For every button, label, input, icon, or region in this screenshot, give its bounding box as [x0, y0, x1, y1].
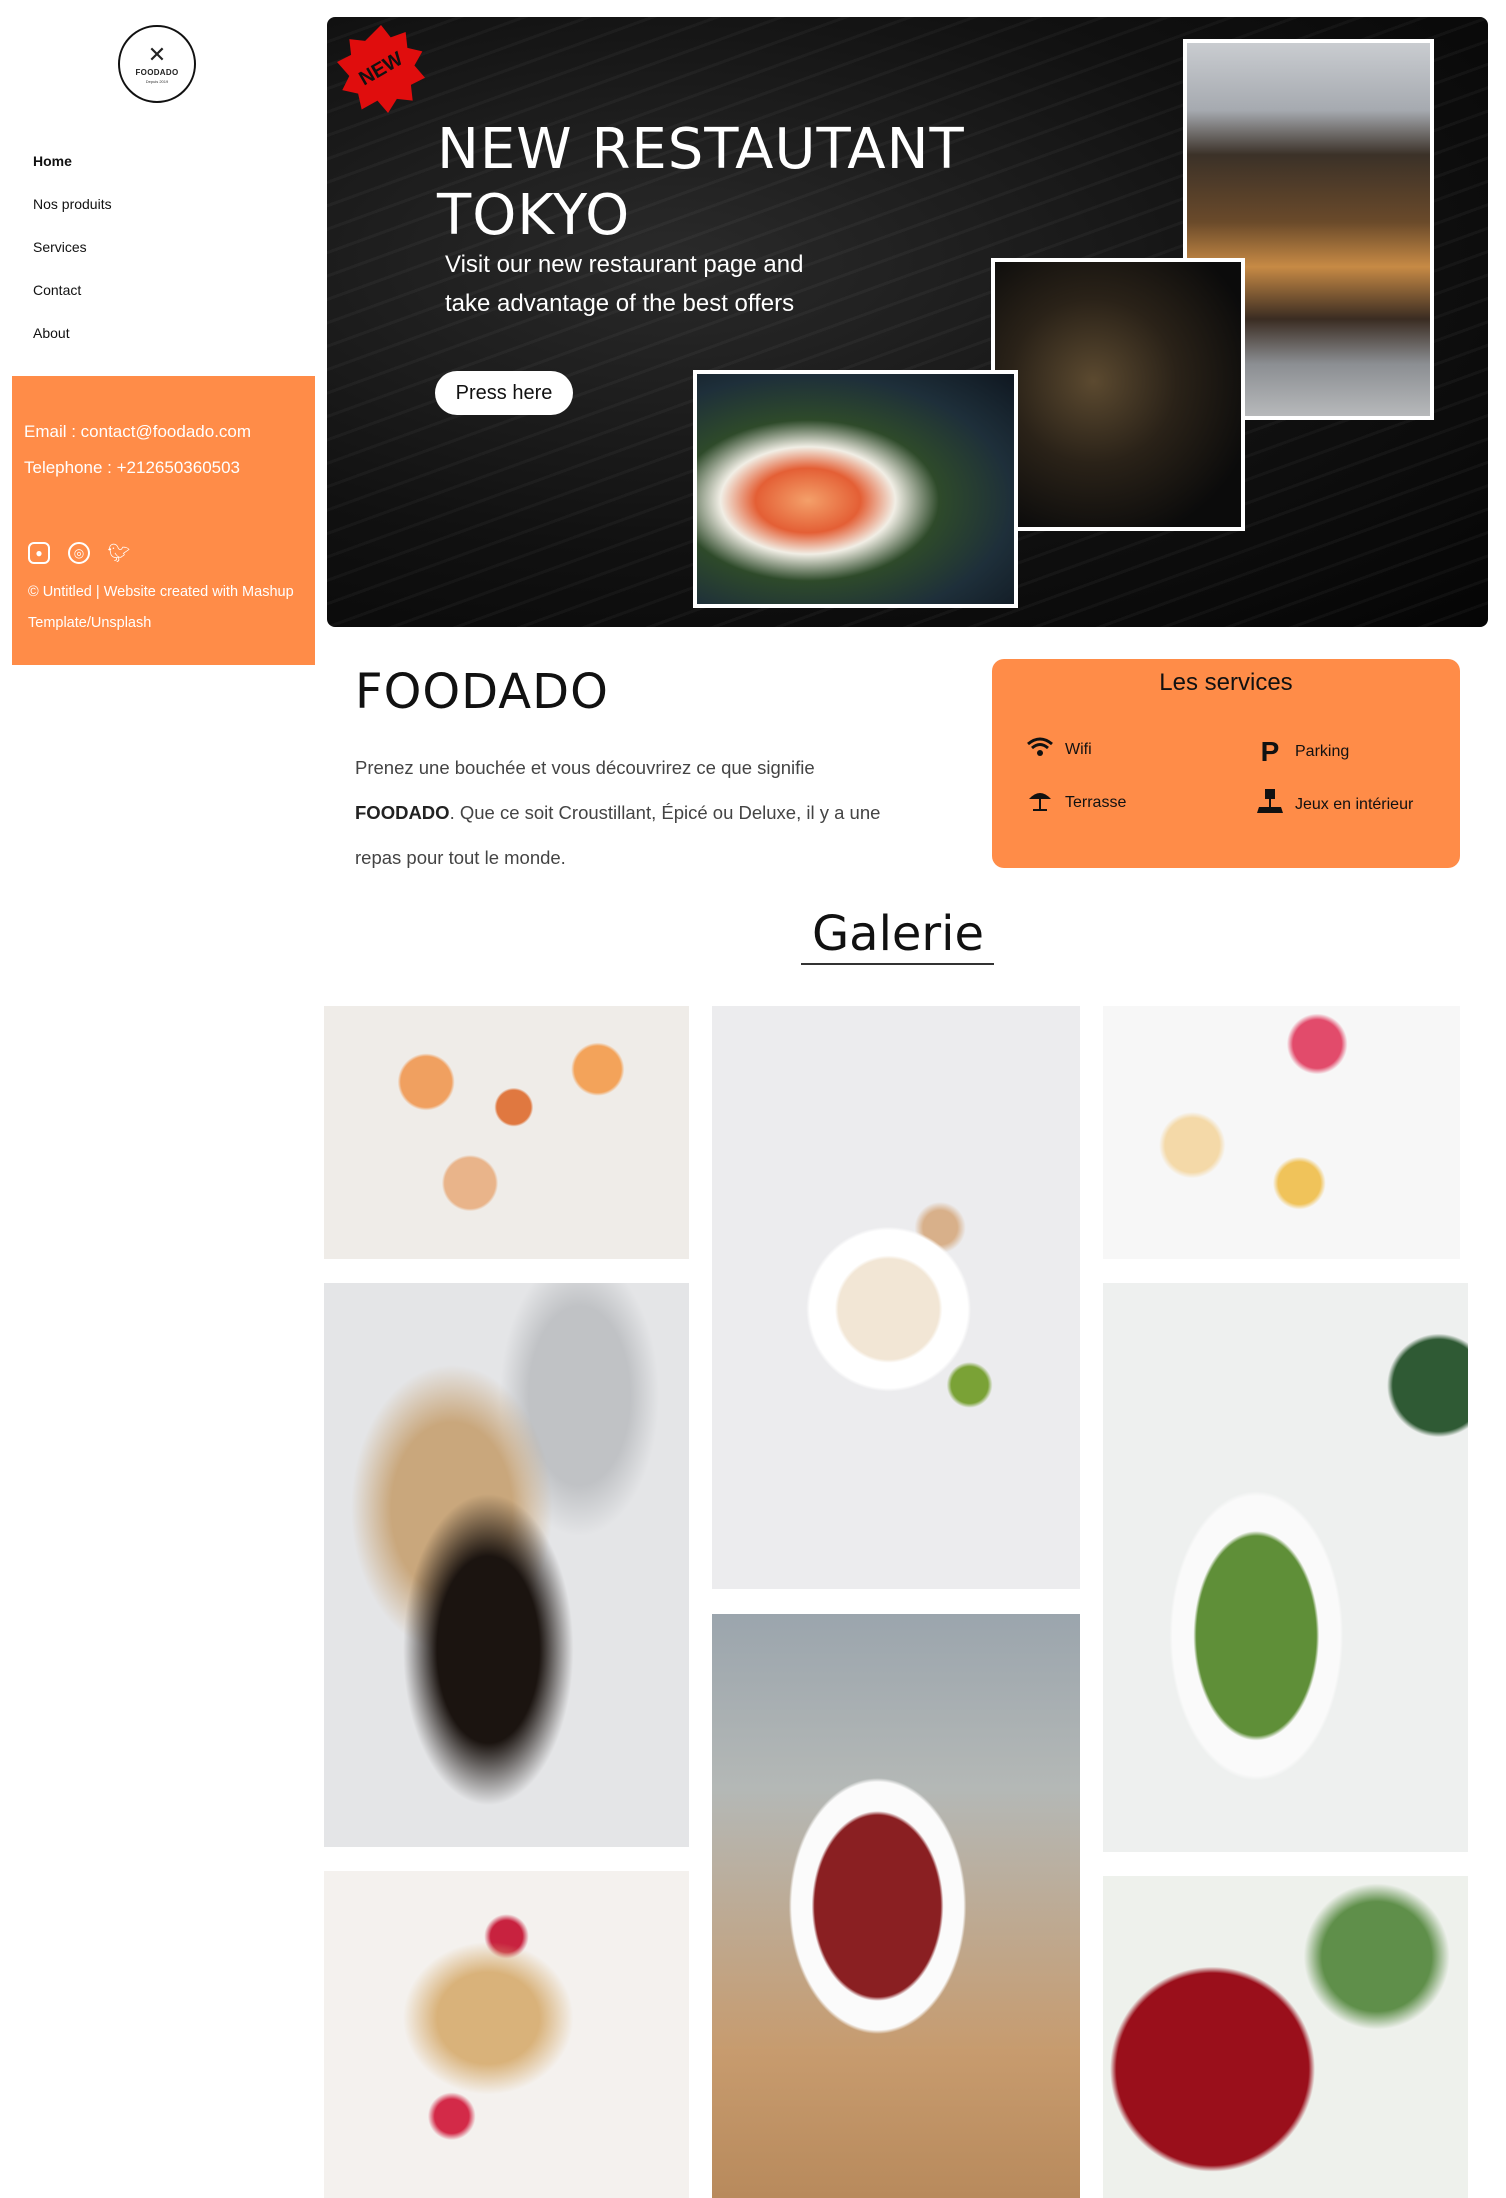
hero-photo-sushi — [693, 370, 1018, 608]
instagram-icon[interactable]: ● — [28, 542, 50, 564]
footer-credit: © Untitled | Website created with Mashup… — [28, 584, 294, 631]
press-here-button[interactable]: Press here — [435, 371, 573, 415]
service-terrasse: Terrasse — [1025, 787, 1126, 819]
gallery-photo-fruit-platter[interactable] — [1103, 1006, 1460, 1259]
gallery-title: Galerie — [811, 906, 985, 962]
wifi-icon — [1025, 736, 1055, 764]
gallery-photo-fruit-bowl[interactable] — [712, 1006, 1080, 1589]
services-title: Les services — [1159, 669, 1293, 696]
gallery-photo-grapefruit-plates[interactable] — [324, 1006, 689, 1259]
gallery-photo-salad[interactable] — [1103, 1283, 1468, 1852]
gallery-photo-pancakes[interactable] — [324, 1871, 689, 2198]
services-card: Les services Wifi P Parking Terrasse Jeu… — [992, 659, 1460, 868]
sidebar: ✕ FOODADO Depuis 2019 Home Nos produits … — [0, 0, 322, 680]
main-nav: Home Nos produits Services Contact About — [33, 140, 112, 355]
about-title: FOODADO — [355, 664, 609, 720]
service-jeux-label: Jeux en intérieur — [1295, 796, 1414, 813]
parking-icon: P — [1260, 736, 1280, 767]
dribbble-icon[interactable]: ◎ — [68, 542, 90, 564]
logo-brand: FOODADO — [135, 68, 179, 77]
about-description: Prenez une bouchée et vous découvrirez c… — [355, 745, 895, 880]
service-parking-label: Parking — [1295, 743, 1350, 760]
nav-item-services[interactable]: Services — [33, 226, 112, 269]
contact-box: Email : contact@foodado.com Telephone : … — [12, 376, 315, 665]
contact-phone: Telephone : +212650360503 — [24, 458, 241, 477]
about-desc-brand: FOODADO — [355, 802, 450, 823]
service-wifi: Wifi — [1025, 736, 1092, 764]
service-terrasse-label: Terrasse — [1065, 794, 1127, 811]
gallery-photo-cranberry-tart[interactable] — [1103, 1876, 1468, 2198]
new-badge: NEW — [337, 25, 425, 113]
service-parking: P Parking — [1255, 736, 1350, 768]
nav-item-about[interactable]: About — [33, 312, 112, 355]
social-links: ● ◎ 🐦︎ — [28, 542, 130, 564]
contact-email: Email : contact@foodado.com — [24, 422, 252, 441]
gallery-title-underline — [801, 963, 994, 965]
nav-item-home[interactable]: Home — [33, 140, 112, 183]
fork-knife-icon: ✕ — [147, 42, 167, 67]
indoor-games-icon — [1255, 787, 1285, 823]
nav-item-contact[interactable]: Contact — [33, 269, 112, 312]
twitter-icon[interactable]: 🐦︎ — [108, 542, 131, 564]
logo[interactable]: ✕ FOODADO Depuis 2019 — [118, 25, 196, 103]
umbrella-icon — [1025, 787, 1055, 819]
nav-item-nos-produits[interactable]: Nos produits — [33, 183, 112, 226]
about-desc-part1: Prenez une bouchée et vous découvrirez c… — [355, 757, 815, 778]
new-badge-label: NEW — [355, 47, 407, 90]
service-wifi-label: Wifi — [1065, 741, 1092, 758]
service-jeux: Jeux en intérieur — [1255, 787, 1413, 823]
gallery-photo-coffee-beans[interactable] — [324, 1283, 689, 1847]
hero-subtitle: Visit our new restaurant page and take a… — [445, 251, 804, 317]
hero-banner: NEW NEW RESTAUTANT TOKYO Visit our new r… — [327, 17, 1488, 627]
hero-photo-restaurant-interior — [991, 258, 1245, 531]
gallery-photo-roasted-plums[interactable] — [712, 1614, 1080, 2198]
hero-title: NEW RESTAUTANT TOKYO — [437, 117, 965, 248]
logo-since: Depuis 2019 — [145, 79, 169, 84]
